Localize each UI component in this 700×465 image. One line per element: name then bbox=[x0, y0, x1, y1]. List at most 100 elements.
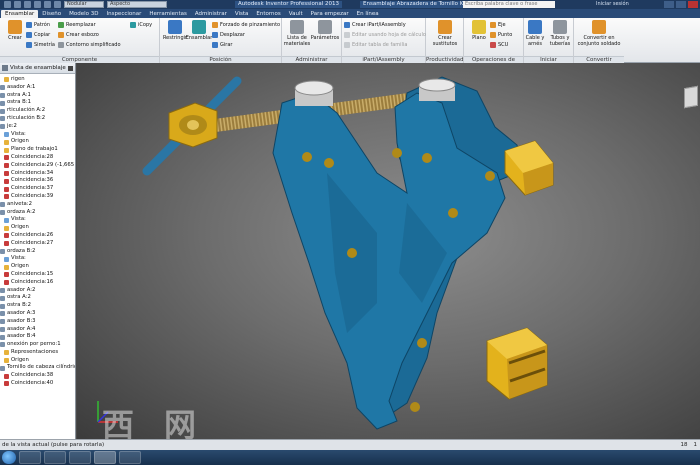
browser-tree-item[interactable]: Coincidencia:40 bbox=[0, 380, 75, 388]
crear-ipart-button[interactable]: Crear iPart/iAssembly bbox=[344, 21, 406, 29]
tab-ensamblar[interactable]: Ensamblar bbox=[1, 10, 39, 18]
close-button[interactable] bbox=[688, 1, 698, 8]
browser-tree-item[interactable]: Coincidencia:28 bbox=[0, 154, 75, 162]
sign-in-link[interactable]: Iniciar sesión bbox=[596, 1, 629, 8]
browser-tree-item[interactable]: Coincidencia:39 bbox=[0, 193, 75, 201]
help-search-input[interactable]: Escriba palabra clave o frase bbox=[463, 1, 555, 8]
open-file-icon[interactable] bbox=[24, 1, 31, 8]
app-menu-icon[interactable] bbox=[4, 1, 11, 8]
pivot-bearing-left[interactable] bbox=[294, 80, 334, 106]
tab-en-linea[interactable]: En línea bbox=[353, 10, 383, 18]
contorno-simplificado-button[interactable]: Contorno simplificado bbox=[58, 41, 121, 49]
screw-head[interactable] bbox=[168, 102, 218, 148]
crear-esbozo-button[interactable]: Crear esbozo bbox=[58, 31, 99, 39]
tab-diseno[interactable]: Diseño bbox=[38, 10, 65, 18]
browser-tree-item[interactable]: rticulación B:2 bbox=[0, 115, 75, 123]
taskbar-item-media[interactable] bbox=[69, 451, 91, 464]
browser-tree-item[interactable]: je:2 bbox=[0, 123, 75, 131]
browser-tree-item[interactable]: Coincidencia:26 bbox=[0, 232, 75, 240]
graphics-viewport[interactable] bbox=[77, 63, 700, 439]
upper-jaw[interactable] bbox=[504, 140, 554, 196]
browser-tree-item[interactable]: Coincidencia:27 bbox=[0, 240, 75, 248]
browser-tree-item[interactable]: rigen bbox=[0, 76, 75, 84]
scu-button[interactable]: SCU bbox=[490, 41, 508, 49]
punto-button[interactable]: Punto bbox=[490, 31, 512, 39]
lista-materiales-button[interactable]: Lista de materiales bbox=[282, 20, 312, 47]
ensamblar-button[interactable]: Ensamblar bbox=[184, 20, 214, 41]
copiar-button[interactable]: Copiar bbox=[26, 31, 50, 39]
browser-tree-item[interactable]: Coincidencia:36 bbox=[0, 177, 75, 185]
browser-tree-item[interactable]: onexión por perno:1 bbox=[0, 341, 75, 349]
new-file-icon[interactable] bbox=[14, 1, 21, 8]
maximize-button[interactable] bbox=[676, 1, 686, 8]
browser-tree-item[interactable]: Vista: bbox=[0, 131, 75, 139]
browser-tree-item[interactable]: Coincidencia:38 bbox=[0, 372, 75, 380]
editar-tabla-familia-button[interactable]: Editar tabla de familia bbox=[344, 41, 407, 49]
taskbar-item-inventor[interactable] bbox=[94, 451, 116, 464]
browser-tree-item[interactable]: asador A:1 bbox=[0, 84, 75, 92]
browser-tree-item[interactable]: Coincidencia:37 bbox=[0, 185, 75, 193]
browser-tree-item[interactable]: asador A:3 bbox=[0, 310, 75, 318]
browser-tree-item[interactable]: Coincidencia:15 bbox=[0, 271, 75, 279]
browser-tree-item[interactable]: Representaciones bbox=[0, 349, 75, 357]
browser-tree-item[interactable]: Coincidencia:34 bbox=[0, 170, 75, 178]
filter-icon[interactable] bbox=[2, 65, 8, 71]
browser-tree-item[interactable]: rticulación A:2 bbox=[0, 107, 75, 115]
assembly-model[interactable] bbox=[77, 63, 700, 439]
eje-button[interactable]: Eje bbox=[490, 21, 506, 29]
editar-hoja-calculo-button[interactable]: Editar usando hoja de cálculo bbox=[344, 31, 426, 39]
browser-tree-item[interactable]: Origen bbox=[0, 263, 75, 271]
girar-button[interactable]: Girar bbox=[212, 41, 232, 49]
appearance-dropdown[interactable]: Aspecto bbox=[107, 1, 167, 8]
tab-vault[interactable]: Vault bbox=[285, 10, 307, 18]
simetria-button[interactable]: Simetría bbox=[26, 41, 55, 49]
material-dropdown[interactable]: Nodular bbox=[64, 1, 104, 8]
viewcube[interactable] bbox=[684, 85, 698, 109]
browser-tree-item[interactable]: ordaza B:2 bbox=[0, 248, 75, 256]
taskbar-item-app[interactable] bbox=[119, 451, 141, 464]
reemplazar-button[interactable]: Reemplazar bbox=[58, 21, 96, 29]
tab-modelo-3d[interactable]: Modelo 3D bbox=[65, 10, 102, 18]
start-button[interactable] bbox=[2, 451, 16, 464]
browser-tree-item[interactable]: Coincidencia:16 bbox=[0, 279, 75, 287]
browser-tree-item[interactable]: Vista: bbox=[0, 216, 75, 224]
browser-tree-item[interactable]: Origen bbox=[0, 224, 75, 232]
cable-arnes-button[interactable]: Cable y arnés bbox=[522, 20, 548, 47]
taskbar-item-browser[interactable] bbox=[44, 451, 66, 464]
desplazar-button[interactable]: Desplazar bbox=[212, 31, 245, 39]
browser-tree-item[interactable]: ostra B:2 bbox=[0, 302, 75, 310]
crear-sustitutos-button[interactable]: Crear sustitutos bbox=[430, 20, 460, 47]
browser-tree-item[interactable]: Vista: bbox=[0, 255, 75, 263]
browser-tree-item[interactable]: asador A:4 bbox=[0, 326, 75, 334]
browser-tree-item[interactable]: Plano de trabajo1 bbox=[0, 146, 75, 154]
pivot-bearing-right[interactable] bbox=[418, 78, 456, 101]
parametros-button[interactable]: Parámetros bbox=[310, 20, 340, 41]
browser-tree-item[interactable]: Origen bbox=[0, 138, 75, 146]
tab-para-empezar[interactable]: Para empezar bbox=[307, 10, 353, 18]
tab-vista[interactable]: Vista bbox=[231, 10, 253, 18]
browser-tree-item[interactable]: aniveta:2 bbox=[0, 201, 75, 209]
browser-tree-item[interactable]: ostra A:2 bbox=[0, 294, 75, 302]
browser-tree-item[interactable]: asador A:2 bbox=[0, 287, 75, 295]
browser-tree-item[interactable]: ostra A:1 bbox=[0, 92, 75, 100]
minimize-button[interactable] bbox=[664, 1, 674, 8]
redo-icon[interactable] bbox=[54, 1, 61, 8]
tab-inspeccionar[interactable]: Inspeccionar bbox=[102, 10, 145, 18]
forzado-pinzamiento-button[interactable]: Forzado de pinzamiento bbox=[212, 21, 280, 29]
lower-jaw[interactable] bbox=[486, 327, 548, 400]
browser-tree-item[interactable]: Tornillo de cabeza cilíndrica c bbox=[0, 364, 75, 372]
tab-administrar[interactable]: Administrar bbox=[191, 10, 231, 18]
browser-tree-item[interactable]: asador B:3 bbox=[0, 318, 75, 326]
taskbar-item-explorer[interactable] bbox=[19, 451, 41, 464]
save-icon[interactable] bbox=[34, 1, 41, 8]
patron-button[interactable]: Patrón bbox=[26, 21, 50, 29]
browser-view-dropdown[interactable]: Vista de ensamblaje bbox=[10, 65, 66, 71]
tab-herramientas[interactable]: Herramientas bbox=[145, 10, 190, 18]
browser-tree-item[interactable]: Coincidencia:29 (-1,665 m) bbox=[0, 162, 75, 170]
icopy-button[interactable]: iCopy bbox=[130, 21, 152, 29]
tab-entornos[interactable]: Entornos bbox=[252, 10, 284, 18]
undo-icon[interactable] bbox=[44, 1, 51, 8]
tubos-tuberias-button[interactable]: Tubos y tuberías bbox=[546, 20, 574, 47]
browser-tree-item[interactable]: ordaza A:2 bbox=[0, 209, 75, 217]
browser-tree-item[interactable]: asador B:4 bbox=[0, 333, 75, 341]
